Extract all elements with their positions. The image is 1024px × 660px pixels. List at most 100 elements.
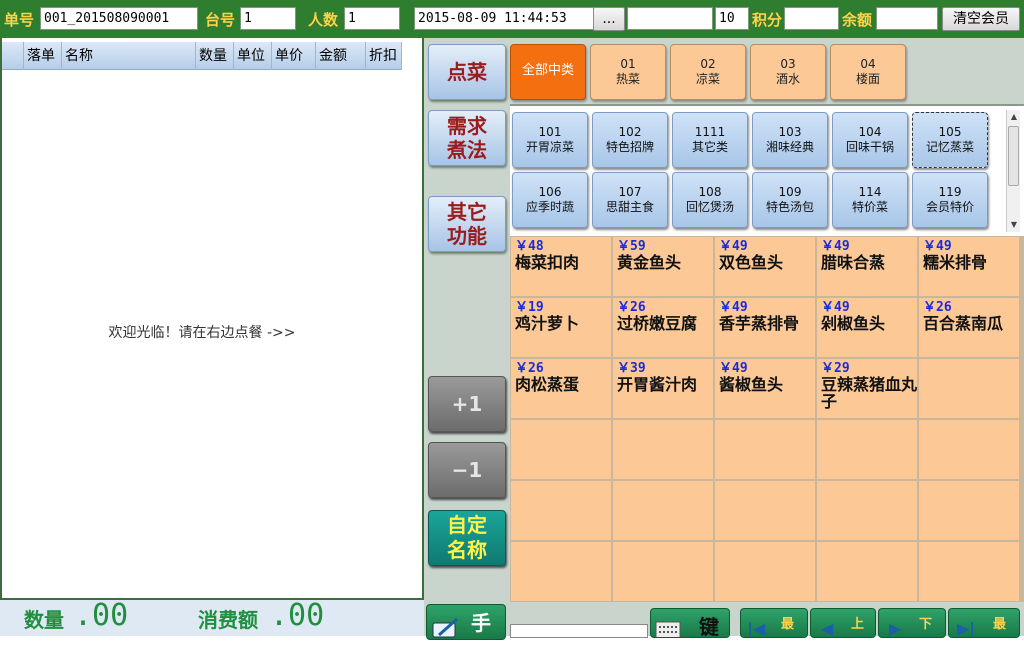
empty-dish-slot[interactable] (511, 420, 611, 479)
subcategory-button[interactable]: 106 应季时蔬 (512, 172, 588, 228)
dish-button[interactable]: ￥59 黄金鱼头 (613, 237, 713, 296)
dish-button[interactable]: ￥19 鸡汁萝卜 (511, 298, 611, 357)
empty-dish-slot[interactable] (511, 481, 611, 540)
empty-dish-slot[interactable] (817, 542, 917, 601)
empty-dish-slot[interactable] (715, 542, 815, 601)
dish-button[interactable]: ￥26 肉松蒸蛋 (511, 359, 611, 418)
datetime-field[interactable]: 2015-08-09 11:44:53 (414, 7, 594, 30)
subcategory-button[interactable]: 108 回忆煲汤 (672, 172, 748, 228)
order-list-panel: 落单 名称 数量 单位 单价 金额 折扣 欢迎光临！请在右边点餐 ->> (0, 38, 424, 600)
datetime-picker-button[interactable]: ... (593, 7, 625, 31)
amount-label: 消费额 (198, 608, 258, 632)
column-header[interactable]: 落单 (24, 42, 62, 70)
empty-dish-slot[interactable] (817, 420, 917, 479)
category-tab-drinks[interactable]: 03 酒水 (750, 44, 826, 100)
subcategory-code: 114 (858, 185, 882, 199)
subcategory-code: 108 (698, 185, 722, 199)
guest-count-field[interactable]: 1 (344, 7, 400, 30)
scroll-up-arrow-icon[interactable]: ▲ (1007, 110, 1021, 124)
column-header[interactable]: 单价 (272, 42, 316, 70)
clear-member-button[interactable]: 清空会员 (942, 7, 1020, 31)
subcategory-button[interactable]: 109 特色汤包 (752, 172, 828, 228)
empty-dish-slot[interactable] (919, 542, 1019, 601)
subcategory-name: 特色汤包 (765, 200, 814, 214)
scroll-down-arrow-icon[interactable]: ▼ (1007, 218, 1021, 232)
category-name: 酒水 (775, 72, 800, 86)
dish-button[interactable]: ￥49 腊味合蒸 (817, 237, 917, 296)
first-page-button[interactable]: |◀ 最 (740, 608, 808, 638)
subcategory-name: 开胃凉菜 (525, 140, 574, 154)
empty-dish-slot[interactable] (613, 420, 713, 479)
empty-dish-slot[interactable] (817, 481, 917, 540)
dish-button[interactable]: ￥49 糯米排骨 (919, 237, 1019, 296)
bottom-toolbar: 键 |◀ 最 ◀ 上 ▶ 下 ▶| 最 (510, 602, 1024, 638)
subcategory-button[interactable]: 103 湘味经典 (752, 112, 828, 168)
empty-dish-slot[interactable] (919, 359, 1019, 418)
column-header[interactable]: 数量 (196, 42, 234, 70)
other-functions-button[interactable]: 其它 功能 (428, 196, 506, 252)
handwriting-label: 手 (471, 611, 491, 635)
dish-button[interactable]: ￥48 梅菜扣肉 (511, 237, 611, 296)
minus-one-label: −1 (451, 458, 483, 482)
dish-button[interactable]: ￥49 剁椒鱼头 (817, 298, 917, 357)
keyboard-button[interactable]: 键 (650, 608, 730, 638)
custom-name-label-line1: 自定 (447, 513, 487, 537)
subcategory-scrollbar[interactable]: ▲ ▼ (1006, 110, 1020, 232)
cooking-request-button[interactable]: 需求 煮法 (428, 110, 506, 166)
dish-button[interactable]: ￥39 开胃酱汁肉 (613, 359, 713, 418)
handwriting-button[interactable]: 手 (426, 604, 506, 640)
dish-button[interactable]: ￥26 过桥嫩豆腐 (613, 298, 713, 357)
column-header[interactable]: 单位 (234, 42, 272, 70)
empty-dish-slot[interactable] (613, 542, 713, 601)
subcategory-name: 特价菜 (851, 200, 888, 214)
scrollbar-thumb[interactable] (1008, 126, 1019, 186)
dish-button[interactable]: ￥49 酱椒鱼头 (715, 359, 815, 418)
category-tab-hot-dishes[interactable]: 01 热菜 (590, 44, 666, 100)
empty-dish-slot[interactable] (715, 420, 815, 479)
balance-field[interactable] (876, 7, 938, 30)
dish-button[interactable]: ￥26 百合蒸南瓜 (919, 298, 1019, 357)
category-tab-floor[interactable]: 04 楼面 (830, 44, 906, 100)
dish-button[interactable]: ￥49 双色鱼头 (715, 237, 815, 296)
empty-dish-slot[interactable] (613, 481, 713, 540)
member-field[interactable] (627, 7, 713, 30)
order-dishes-button[interactable]: 点菜 (428, 44, 506, 100)
next-page-button[interactable]: ▶ 下 (878, 608, 946, 638)
points-field[interactable] (784, 7, 839, 30)
subcategory-button[interactable]: 105 记忆蒸菜 (912, 112, 988, 168)
dish-name: 黄金鱼头 (617, 253, 682, 272)
subcategory-button[interactable]: 1111 其它类 (672, 112, 748, 168)
last-page-button[interactable]: ▶| 最 (948, 608, 1020, 638)
column-header[interactable]: 金额 (316, 42, 366, 70)
count-field[interactable]: 10 (715, 7, 749, 30)
dish-button[interactable]: ￥49 香芋蒸排骨 (715, 298, 815, 357)
dish-name: 豆辣蒸猪血丸子 (821, 375, 917, 411)
empty-dish-slot[interactable] (715, 481, 815, 540)
category-tab-all[interactable]: 全部中类 (510, 44, 586, 100)
dish-search-input[interactable] (510, 624, 648, 638)
prev-page-button[interactable]: ◀ 上 (810, 608, 876, 638)
plus-one-button[interactable]: +1 (428, 376, 506, 432)
subcategory-button[interactable]: 102 特色招牌 (592, 112, 668, 168)
subcategory-code: 1111 (694, 125, 726, 139)
empty-dish-slot[interactable] (919, 420, 1019, 479)
column-header[interactable]: 折扣 (366, 42, 402, 70)
column-header[interactable]: 名称 (62, 42, 196, 70)
dish-price: ￥49 (923, 239, 952, 254)
category-tab-cold-dishes[interactable]: 02 凉菜 (670, 44, 746, 100)
subcategory-button[interactable]: 114 特价菜 (832, 172, 908, 228)
dish-button[interactable]: ￥29 豆辣蒸猪血丸子 (817, 359, 917, 418)
subcategory-code: 104 (858, 125, 882, 139)
subcategory-button[interactable]: 101 开胃凉菜 (512, 112, 588, 168)
dish-price: ￥49 (821, 300, 850, 315)
empty-dish-slot[interactable] (919, 481, 1019, 540)
prev-page-label: 上 (851, 617, 865, 632)
order-no-field[interactable]: 001_201508090001 (40, 7, 198, 30)
subcategory-button[interactable]: 119 会员特价 (912, 172, 988, 228)
table-no-field[interactable]: 1 (240, 7, 296, 30)
subcategory-button[interactable]: 104 回味干锅 (832, 112, 908, 168)
minus-one-button[interactable]: −1 (428, 442, 506, 498)
subcategory-button[interactable]: 107 思甜主食 (592, 172, 668, 228)
empty-dish-slot[interactable] (511, 542, 611, 601)
custom-name-button[interactable]: 自定 名称 (428, 510, 506, 566)
